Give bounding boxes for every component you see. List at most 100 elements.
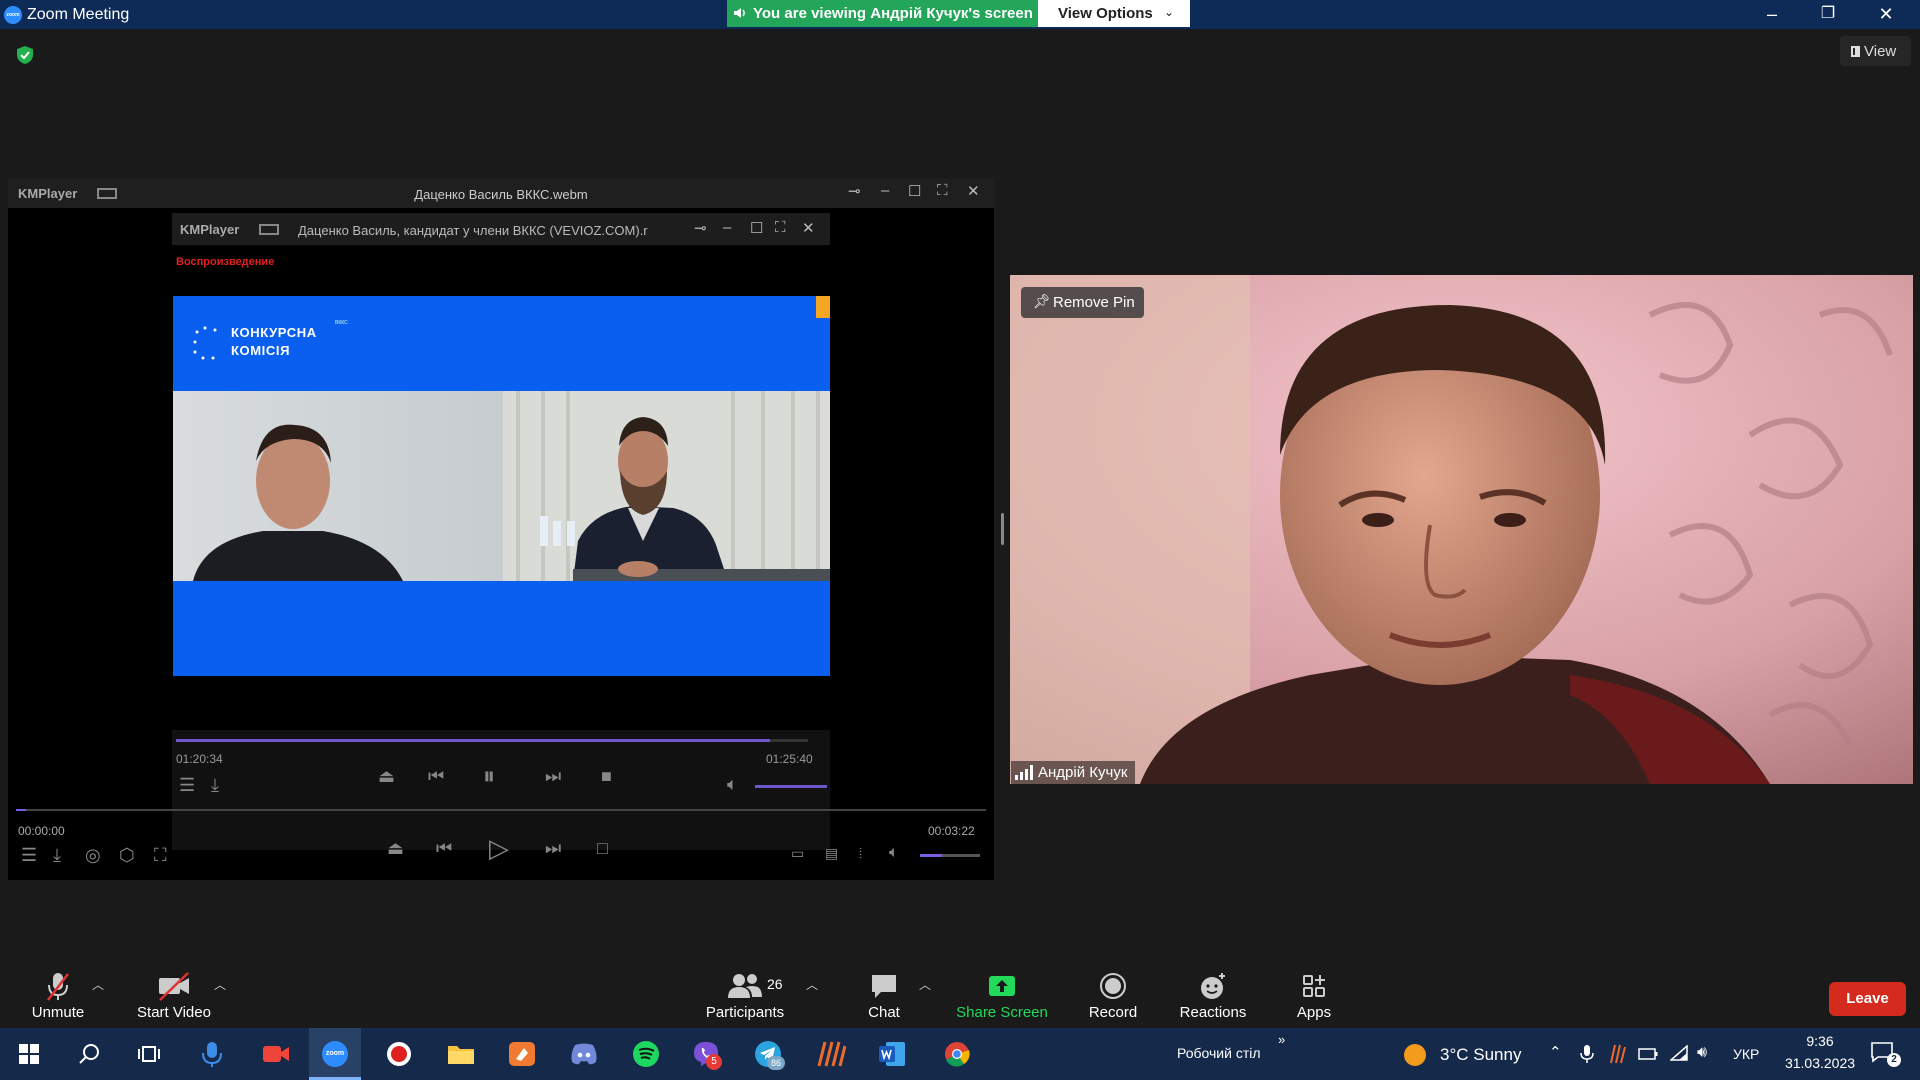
- apps-button[interactable]: Apps: [1264, 970, 1364, 1021]
- stripes-app-icon[interactable]: [816, 1040, 846, 1068]
- outer-elapsed-time: 00:00:00: [18, 824, 65, 838]
- notification-count: 2: [1887, 1053, 1901, 1067]
- reactions-label: Reactions: [1179, 1004, 1247, 1021]
- splitter-handle[interactable]: [1001, 513, 1004, 545]
- pin-icon: 📌︎: [1033, 293, 1051, 309]
- windows-start-icon[interactable]: [19, 1044, 39, 1064]
- share-screen-label: Share Screen: [956, 1004, 1048, 1021]
- grid-view-icon: [1851, 46, 1860, 57]
- download-icon: ⤓: [211, 775, 219, 795]
- tray-stripes-icon: [1610, 1044, 1626, 1064]
- chat-caret-icon[interactable]: ︿: [919, 976, 931, 993]
- video-off-icon: [159, 972, 189, 1001]
- play-icon[interactable]: ▷: [489, 833, 509, 864]
- previous-icon: ⏮: [428, 766, 445, 786]
- speaker-volume-icon[interactable]: 🔊︎: [1697, 1044, 1707, 1062]
- weather-text[interactable]: 3°C Sunny: [1440, 1045, 1521, 1065]
- chevron-down-icon: ⌄: [1164, 5, 1175, 19]
- orange-app-icon[interactable]: [508, 1041, 536, 1067]
- competition-commission-logo: КОНКУРСНА КОМІСІЯ: [231, 324, 317, 360]
- task-view-icon[interactable]: [138, 1044, 160, 1064]
- outer-stop-icon[interactable]: □: [597, 838, 608, 859]
- notifications-button[interactable]: 2: [1870, 1041, 1910, 1067]
- participants-label: Participants: [705, 1004, 785, 1021]
- restore-button[interactable]: ❐: [1800, 0, 1856, 29]
- outer-previous-icon[interactable]: ⏮: [436, 838, 452, 859]
- video-frame: [173, 391, 830, 581]
- microphone-muted-icon: [47, 973, 69, 1001]
- reactions-button[interactable]: Reactions: [1163, 970, 1263, 1021]
- clock-time[interactable]: 9:36: [1794, 1033, 1846, 1049]
- outer-progress-fill: [16, 809, 26, 811]
- participants-caret-icon[interactable]: ︿: [806, 976, 818, 993]
- minimize-icon: –: [881, 182, 890, 199]
- toolbar-expand-icon[interactable]: »: [1278, 1032, 1285, 1047]
- zoom-logo-icon: zoom: [4, 6, 22, 24]
- video-camera-app-icon[interactable]: [262, 1043, 290, 1065]
- minimize-button[interactable]: –: [1744, 0, 1800, 29]
- leave-button[interactable]: Leave: [1829, 982, 1906, 1016]
- language-indicator[interactable]: УКР: [1733, 1046, 1759, 1062]
- speaker-icon: [734, 8, 745, 18]
- telegram-icon[interactable]: 86: [755, 1041, 785, 1070]
- desktop-toolbar-label[interactable]: Робочий стіл: [1177, 1045, 1261, 1061]
- wifi-icon: [1670, 1045, 1688, 1061]
- search-icon[interactable]: [79, 1043, 101, 1065]
- view-layout-button[interactable]: View: [1840, 36, 1911, 66]
- inner-pin-icon: ⊸: [694, 220, 707, 237]
- logo-line-2: КОМІСІЯ: [231, 343, 291, 358]
- view-options-label: View Options: [1058, 5, 1153, 22]
- spotify-icon[interactable]: [633, 1041, 659, 1067]
- record-button[interactable]: Record: [1063, 970, 1163, 1021]
- next-icon: ⏭: [545, 766, 562, 786]
- audio-options-caret-icon[interactable]: ︿: [92, 976, 104, 993]
- title-bar: zoom Zoom Meeting You are viewing Андрій…: [0, 0, 1920, 29]
- inner-progress-fill: [176, 739, 771, 742]
- start-video-button[interactable]: Start Video: [124, 970, 224, 1021]
- outer-progress-track[interactable]: [16, 809, 986, 811]
- viber-icon[interactable]: 5: [693, 1041, 722, 1070]
- share-screen-button[interactable]: Share Screen: [952, 970, 1052, 1021]
- pause-icon: ⏸: [483, 763, 495, 790]
- show-hidden-icons-icon[interactable]: ⌃: [1549, 1043, 1562, 1061]
- participant-video: [1010, 275, 1913, 784]
- close-button[interactable]: ✕: [1858, 0, 1914, 29]
- record-icon: [1100, 973, 1126, 999]
- video-options-caret-icon[interactable]: ︿: [214, 976, 226, 993]
- inner-volume-bar: [755, 785, 827, 788]
- chrome-icon[interactable]: [944, 1041, 970, 1067]
- outer-eject-icon[interactable]: ⏏: [387, 838, 404, 859]
- microsoft-word-icon[interactable]: [878, 1041, 906, 1067]
- file-explorer-icon[interactable]: [447, 1043, 475, 1065]
- playback-status: Воспроизведение: [176, 256, 275, 268]
- discord-icon[interactable]: [570, 1042, 598, 1066]
- inner-file-title: Даценко Василь, кандидат у члени ВККС (V…: [298, 223, 648, 238]
- clock-date[interactable]: 31.03.2023: [1774, 1055, 1866, 1071]
- apps-label: Apps: [1296, 1004, 1332, 1021]
- hw-icon: ▭: [791, 845, 805, 861]
- participants-button[interactable]: 26 Participants: [695, 970, 795, 1021]
- viber-badge: 5: [706, 1054, 722, 1070]
- outer-next-icon[interactable]: ⏭: [545, 838, 561, 859]
- logo-superscript: ВККС: [335, 320, 348, 326]
- share-screen-icon: [989, 976, 1015, 996]
- stop-icon: ■: [601, 766, 612, 786]
- microphone-app-icon[interactable]: [200, 1041, 224, 1067]
- weather-sun-icon: [1404, 1044, 1426, 1066]
- taskbar-zoom[interactable]: zoom: [309, 1028, 361, 1080]
- kmplayer-titlebar: KMPlayer Даценко Василь ВККС.webm ⊸ – ☐ …: [8, 178, 994, 208]
- view-layout-label: View: [1864, 43, 1897, 60]
- eject-icon: ⏏: [378, 766, 396, 786]
- chat-icon: [872, 975, 896, 998]
- window-title: Zoom Meeting: [27, 6, 130, 23]
- inner-close-icon: ✕: [802, 220, 815, 237]
- fullscreen-icon: ⛶: [937, 182, 948, 199]
- screen-recorder-icon[interactable]: [386, 1041, 412, 1067]
- equalizer-icon: ⦙: [859, 845, 863, 861]
- inner-maximize-icon: ☐: [750, 220, 764, 237]
- reactions-icon: [1201, 973, 1225, 999]
- security-shield-icon[interactable]: [15, 45, 35, 65]
- stars-logo-icon: [193, 326, 217, 360]
- outer-total-time: 00:03:22: [928, 824, 975, 838]
- unmute-label: Unmute: [31, 1004, 85, 1021]
